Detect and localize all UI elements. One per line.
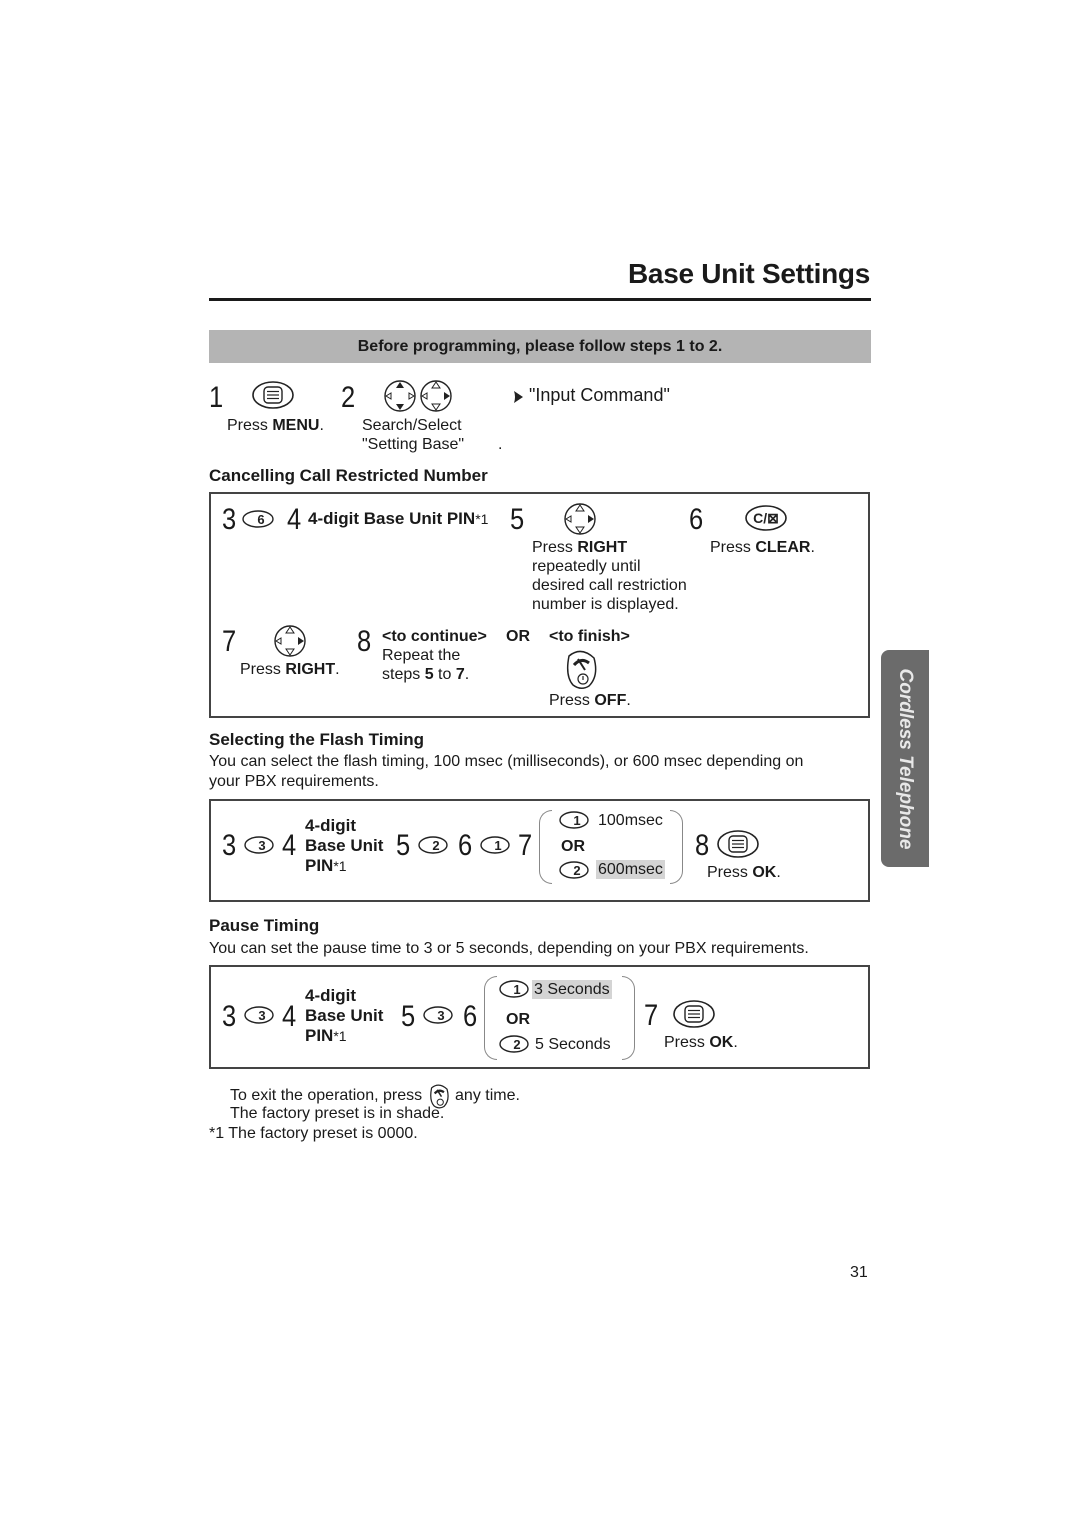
step-number: 6 bbox=[458, 829, 473, 862]
step-number: 5 bbox=[401, 1000, 416, 1033]
option-3-seconds-preset: 3 Seconds bbox=[532, 980, 612, 999]
key-2-icon: 2 bbox=[498, 1034, 530, 1054]
step-number: 6 bbox=[689, 503, 704, 536]
menu-button-icon bbox=[251, 380, 295, 410]
or-label: OR bbox=[561, 838, 585, 855]
svg-text:C/⊠: C/⊠ bbox=[753, 510, 779, 526]
arrow-right-icon bbox=[513, 389, 524, 405]
press-off-label: Press OFF. bbox=[549, 692, 631, 709]
page-title: Base Unit Settings bbox=[628, 258, 870, 289]
step-number: 3 bbox=[222, 1000, 237, 1033]
flash-description-line1: You can select the flash timing, 100 mse… bbox=[209, 753, 804, 770]
bracket-left bbox=[484, 976, 497, 1060]
svg-text:3: 3 bbox=[258, 1008, 265, 1023]
step2-line2: "Setting Base" bbox=[362, 436, 465, 453]
option-100msec: 100msec bbox=[598, 812, 663, 829]
section-heading: Cancelling Call Restricted Number bbox=[209, 466, 488, 485]
step-number: 4 bbox=[282, 1000, 297, 1033]
step-number: 8 bbox=[357, 625, 372, 658]
step6-label: Press CLEAR. bbox=[710, 539, 815, 556]
svg-text:2: 2 bbox=[432, 838, 439, 853]
footnote: *1 The factory preset is 0000. bbox=[209, 1125, 418, 1142]
bracket-right bbox=[622, 976, 635, 1060]
ok-button-icon bbox=[716, 829, 760, 859]
off-button-icon bbox=[563, 648, 599, 690]
page-number: 31 bbox=[850, 1264, 868, 1281]
svg-text:1: 1 bbox=[494, 838, 501, 853]
key-1-icon: 1 bbox=[479, 835, 511, 855]
section-heading: Selecting the Flash Timing bbox=[209, 730, 425, 749]
bracket-left bbox=[539, 810, 552, 884]
svg-text:1: 1 bbox=[513, 982, 520, 997]
step-number: 3 bbox=[222, 503, 237, 536]
clear-button-icon: C/⊠ bbox=[744, 504, 788, 532]
key-2-icon: 2 bbox=[417, 835, 449, 855]
section-heading: Pause Timing bbox=[209, 916, 320, 935]
step-number: 7 bbox=[222, 625, 237, 658]
step2-line1: Search/Select bbox=[362, 417, 462, 434]
to-continue-label: <to continue> bbox=[382, 628, 487, 645]
step-number: 5 bbox=[510, 503, 525, 536]
input-command-result: "Input Command" bbox=[529, 385, 670, 405]
title-rule bbox=[209, 298, 871, 301]
side-tab-label: Cordless Telephone bbox=[895, 668, 916, 849]
side-tab: Cordless Telephone bbox=[881, 650, 929, 867]
pause-description: You can set the pause time to 3 or 5 sec… bbox=[209, 940, 809, 957]
press-ok-label: Press OK. bbox=[664, 1034, 738, 1051]
option-600msec-preset: 600msec bbox=[596, 860, 665, 879]
svg-text:3: 3 bbox=[437, 1008, 444, 1023]
step-number: 8 bbox=[695, 829, 710, 862]
step-number: 3 bbox=[222, 829, 237, 862]
step-number: 4 bbox=[287, 503, 302, 536]
repeat-text: Repeat the steps 5 to 7. bbox=[382, 647, 470, 683]
navigator-right-icon bbox=[273, 624, 307, 658]
step-number: 2 bbox=[341, 381, 356, 414]
step-number: 7 bbox=[518, 829, 533, 862]
flash-description-line2: your PBX requirements. bbox=[209, 773, 379, 790]
or-label: OR bbox=[506, 628, 530, 645]
step-number: 7 bbox=[644, 999, 659, 1032]
shade-note: The factory preset is in shade. bbox=[230, 1105, 445, 1122]
navigator-right-icon bbox=[563, 502, 597, 536]
pin-entry-label: 4-digit Base Unit PIN*1 bbox=[308, 509, 489, 528]
step-number: 1 bbox=[209, 381, 224, 414]
step2-dot: . bbox=[498, 436, 503, 453]
key-3-icon: 3 bbox=[243, 835, 275, 855]
step1-label: Press MENU. bbox=[227, 417, 324, 434]
key-1-icon: 1 bbox=[558, 810, 590, 830]
svg-text:2: 2 bbox=[573, 863, 580, 878]
press-ok-label: Press OK. bbox=[707, 864, 781, 881]
step-number: 6 bbox=[463, 1000, 478, 1033]
key-3-icon: 3 bbox=[422, 1005, 454, 1025]
pin-entry-label: 4-digit Base Unit PIN*1 bbox=[305, 816, 384, 875]
step-number: 4 bbox=[282, 829, 297, 862]
svg-text:3: 3 bbox=[258, 838, 265, 853]
or-label: OR bbox=[506, 1011, 530, 1028]
ok-button-icon bbox=[672, 999, 716, 1029]
step-number: 5 bbox=[396, 829, 411, 862]
key-6-icon: 6 bbox=[241, 509, 275, 529]
svg-text:2: 2 bbox=[513, 1037, 520, 1052]
svg-text:1: 1 bbox=[573, 813, 580, 828]
navigator-right-icon bbox=[419, 379, 453, 413]
instruction-banner: Before programming, please follow steps … bbox=[209, 330, 871, 363]
key-3-icon: 3 bbox=[243, 1005, 275, 1025]
bracket-right bbox=[670, 810, 683, 884]
key-2-icon: 2 bbox=[558, 860, 590, 880]
navigator-up-down-icon bbox=[383, 379, 417, 413]
to-finish-label: <to finish> bbox=[549, 628, 630, 645]
step7-label: Press RIGHT. bbox=[240, 661, 340, 678]
pin-entry-label: 4-digit Base Unit PIN*1 bbox=[305, 986, 384, 1045]
option-5-seconds: 5 Seconds bbox=[535, 1036, 611, 1053]
svg-text:6: 6 bbox=[257, 512, 264, 527]
key-1-icon: 1 bbox=[498, 979, 530, 999]
step5-text: Press RIGHT repeatedly until desired cal… bbox=[532, 539, 687, 613]
